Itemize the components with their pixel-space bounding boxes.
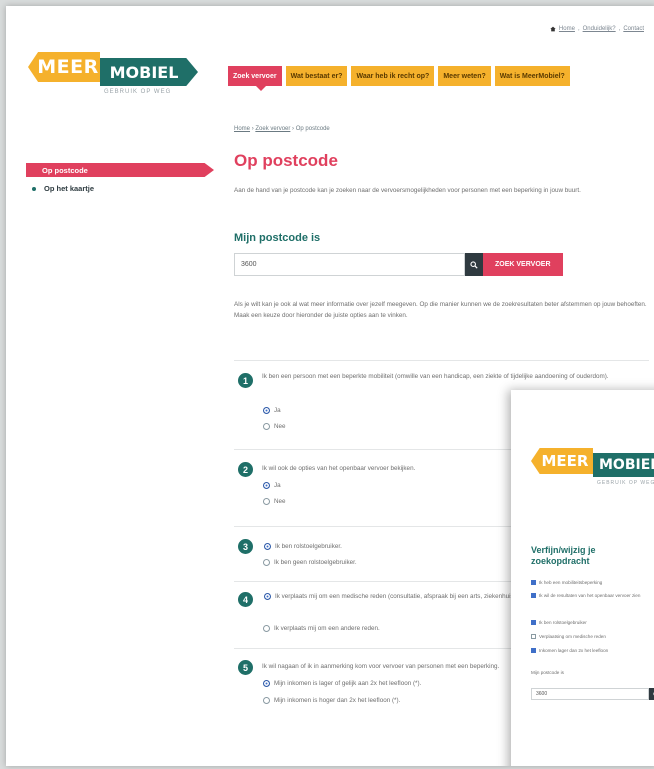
filter-label: Ik wil de resultaten van het openbaar ve… <box>539 593 641 598</box>
feedback-link[interactable]: Onduidelijk? <box>583 26 616 32</box>
refine-search-title: Verfijn/wijzig je zoekopdracht <box>531 545 596 566</box>
checkbox-unchecked-icon <box>531 634 536 639</box>
filter-label: Ik heb een mobiliteitsbeperking <box>539 580 603 585</box>
filter-item[interactable]: Ik heb een mobiliteitsbeperking <box>531 580 602 585</box>
radio-unchecked-icon <box>263 625 270 632</box>
zoek-vervoer-label: ZOEK VERVOER <box>483 253 563 276</box>
divider <box>234 360 649 361</box>
radio-label: Nee <box>274 498 286 505</box>
checkbox-checked-icon <box>531 593 536 598</box>
radio-unchecked-icon <box>263 697 270 704</box>
radio-label: Ik ben rolstoelgebruiker. <box>275 543 342 550</box>
filter-item[interactable]: Verplaatsing om medische reden <box>531 634 606 639</box>
question-number: 4 <box>238 592 253 607</box>
filter-item[interactable]: Ik ben rolstoelgebruiker <box>531 620 587 625</box>
nav-zoek-vervoer[interactable]: Zoek vervoer <box>228 66 282 91</box>
mobile-preview-panel: MEER MOBIEL GEBRUIK OP WEG Verfijn/wijzi… <box>511 390 654 766</box>
sidebar-item-op-het-kaartje[interactable]: Op het kaartje <box>26 184 94 193</box>
radio-checked-icon <box>263 407 270 414</box>
radio-label: Ik ben geen rolstoelgebruiker. <box>274 559 357 566</box>
question-number: 3 <box>238 539 253 554</box>
intro-text: Aan de hand van je postcode kan je zoeke… <box>234 187 581 194</box>
sidebar-item-op-postcode[interactable]: Op postcode <box>26 163 214 177</box>
postcode-heading: Mijn postcode is <box>234 232 321 244</box>
checkbox-checked-icon <box>531 620 536 625</box>
breadcrumb-home[interactable]: Home <box>234 126 250 132</box>
page-title: Op postcode <box>234 151 338 170</box>
logo-tagline: GEBRUIK OP WEG <box>104 89 172 95</box>
postcode-label: Mijn postcode is <box>531 670 564 675</box>
main-nav: Zoek vervoer Wat bestaat er? Waar heb ik… <box>228 66 570 91</box>
radio-option[interactable]: Ik verplaats mij om een andere reden. <box>263 625 380 632</box>
radio-option[interactable]: Ik ben geen rolstoelgebruiker. <box>263 559 357 566</box>
breadcrumb-separator: › <box>251 126 254 132</box>
radio-unchecked-icon <box>263 423 270 430</box>
sidebar-item-label: Op het kaartje <box>44 184 95 193</box>
radio-checked-icon <box>264 593 271 600</box>
separator: , <box>577 26 580 32</box>
radio-option[interactable]: Nee <box>263 423 286 430</box>
radio-label: Ik verplaats mij om een andere reden. <box>274 625 380 632</box>
filter-item[interactable]: Ik wil de resultaten van het openbaar ve… <box>531 593 640 598</box>
radio-label: Ja <box>274 482 281 489</box>
logo-meer: MEER <box>531 448 593 474</box>
radio-checked-icon <box>263 482 270 489</box>
top-links: Home , Onduidelijk? , Contact <box>550 26 644 32</box>
nav-wat-bestaat-er[interactable]: Wat bestaat er? <box>285 66 348 86</box>
separator: , <box>618 26 621 32</box>
radio-unchecked-icon <box>263 498 270 505</box>
zoek-vervoer-button[interactable]: ZOEK VERVOER <box>465 253 563 276</box>
question-number: 2 <box>238 462 253 477</box>
radio-option[interactable]: Ja <box>263 482 281 489</box>
filter-label: Ik ben rolstoelgebruiker <box>539 620 587 625</box>
breadcrumb-separator: › <box>292 126 295 132</box>
radio-option[interactable]: Ik ben rolstoelgebruiker. <box>264 543 342 550</box>
nav-wat-is-meermobiel[interactable]: Wat is MeerMobiel? <box>494 66 570 86</box>
radio-label: Nee <box>274 423 286 430</box>
postcode-input[interactable] <box>234 253 465 276</box>
home-link[interactable]: Home <box>559 26 575 32</box>
filter-item[interactable]: Inkomen lager dan 2x het leefloon <box>531 648 608 653</box>
logo-meer: MEER <box>28 52 100 82</box>
radio-label: Mijn inkomen is hoger dan 2x het leefloo… <box>274 697 401 704</box>
radio-checked-icon <box>264 543 271 550</box>
question-number: 5 <box>238 660 253 675</box>
logo-tagline: GEBRUIK OP WEG <box>597 480 654 486</box>
radio-unchecked-icon <box>263 559 270 566</box>
more-info-text: Als je wilt kan je ook al wat meer infor… <box>234 301 647 319</box>
radio-option[interactable]: Mijn inkomen is lager of gelijk aan 2x h… <box>263 680 421 687</box>
search-icon <box>465 253 483 276</box>
radio-option[interactable]: Mijn inkomen is hoger dan 2x het leefloo… <box>263 697 400 704</box>
nav-meer-weten[interactable]: Meer weten? <box>438 66 491 86</box>
bullet-icon <box>32 186 36 191</box>
contact-link[interactable]: Contact <box>623 26 644 32</box>
checkbox-checked-icon <box>531 580 536 585</box>
filter-label: Verplaatsing om medische reden <box>539 634 606 639</box>
page: Home , Onduidelijk? , Contact MEER MOBIE… <box>6 6 654 766</box>
filter-label: Inkomen lager dan 2x het leefloon <box>539 648 609 653</box>
question-number: 1 <box>238 373 253 388</box>
logo: MEER MOBIEL GEBRUIK OP WEG <box>531 448 654 492</box>
checkbox-checked-icon <box>531 648 536 653</box>
radio-checked-icon <box>263 680 270 687</box>
breadcrumb-zoek-vervoer[interactable]: Zoek vervoer <box>255 126 290 132</box>
breadcrumb-current: Op postcode <box>295 126 330 132</box>
home-icon <box>550 26 556 32</box>
logo[interactable]: MEER MOBIEL GEBRUIK OP WEG <box>28 52 198 108</box>
radio-option[interactable]: Ja <box>263 407 281 414</box>
radio-label: Ja <box>274 407 281 414</box>
breadcrumb: Home › Zoek vervoer › Op postcode <box>234 126 330 132</box>
radio-option[interactable]: Nee <box>263 498 286 505</box>
logo-mobiel: MOBIEL <box>100 58 198 86</box>
search-icon[interactable] <box>649 688 654 700</box>
question-text: Ik ben een persoon met een beperkte mobi… <box>262 373 609 380</box>
nav-waar-heb-ik-recht-op[interactable]: Waar heb ik recht op? <box>351 66 435 86</box>
logo-mobiel: MOBIEL <box>593 453 654 477</box>
radio-label: Mijn inkomen is lager of gelijk aan 2x h… <box>274 680 422 687</box>
postcode-input[interactable]: 3600 <box>531 688 649 700</box>
